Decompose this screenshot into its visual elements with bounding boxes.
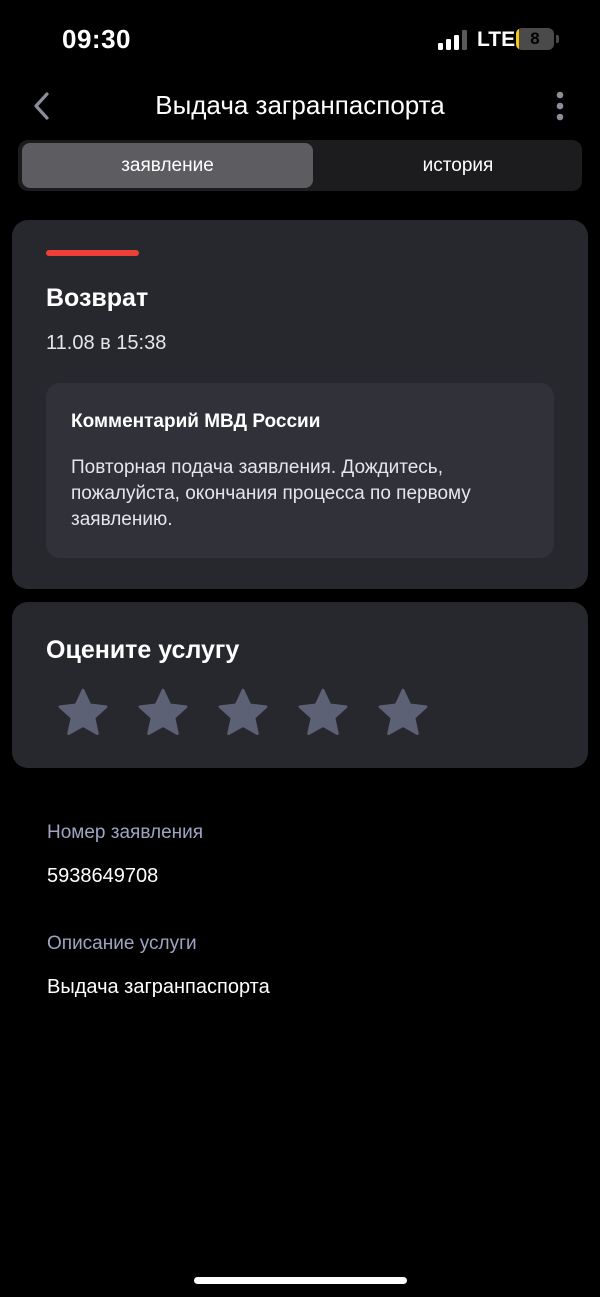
back-button[interactable] bbox=[22, 86, 62, 126]
status-card: Возврат 11.08 в 15:38 Комментарий МВД Ро… bbox=[12, 220, 588, 589]
comment-box: Комментарий МВД России Повторная подача … bbox=[46, 383, 554, 558]
tab-application[interactable]: заявление bbox=[22, 143, 313, 188]
star-icon[interactable] bbox=[216, 686, 270, 740]
chevron-left-icon bbox=[34, 92, 49, 120]
cellular-signal-icon bbox=[438, 30, 467, 50]
star-icon[interactable] bbox=[376, 686, 430, 740]
rating-card: Оцените услугу bbox=[12, 602, 588, 768]
service-description-value: Выдача загранпаспорта bbox=[47, 976, 270, 998]
star-icon[interactable] bbox=[56, 686, 110, 740]
service-description-label: Описание услуги bbox=[47, 933, 197, 954]
battery-icon: 8 bbox=[516, 28, 554, 50]
network-type: LTE bbox=[477, 28, 516, 51]
more-button[interactable] bbox=[540, 86, 580, 126]
more-vertical-icon bbox=[556, 91, 564, 121]
rating-title: Оцените услугу bbox=[46, 636, 240, 664]
status-datetime: 11.08 в 15:38 bbox=[46, 332, 167, 354]
rating-stars bbox=[56, 686, 456, 742]
status-bar: 09:30 LTE 8 bbox=[0, 0, 600, 80]
status-time: 09:30 bbox=[62, 24, 131, 54]
comment-title: Комментарий МВД России bbox=[71, 411, 321, 432]
star-icon[interactable] bbox=[296, 686, 350, 740]
nav-bar: Выдача загранпаспорта bbox=[0, 82, 600, 130]
page-title: Выдача загранпаспорта bbox=[155, 90, 445, 120]
comment-text: Повторная подача заявления. Дождитесь, п… bbox=[71, 457, 471, 530]
application-number-label: Номер заявления bbox=[47, 822, 204, 843]
home-indicator bbox=[194, 1277, 407, 1284]
battery-cap bbox=[556, 35, 559, 43]
tab-switcher: заявление история bbox=[18, 140, 582, 191]
status-title: Возврат bbox=[46, 284, 149, 312]
application-number-value: 5938649708 bbox=[47, 865, 159, 887]
tab-history[interactable]: история bbox=[317, 143, 599, 188]
status-indicator-line bbox=[46, 250, 139, 256]
star-icon[interactable] bbox=[136, 686, 190, 740]
battery-level: 8 bbox=[530, 29, 540, 48]
